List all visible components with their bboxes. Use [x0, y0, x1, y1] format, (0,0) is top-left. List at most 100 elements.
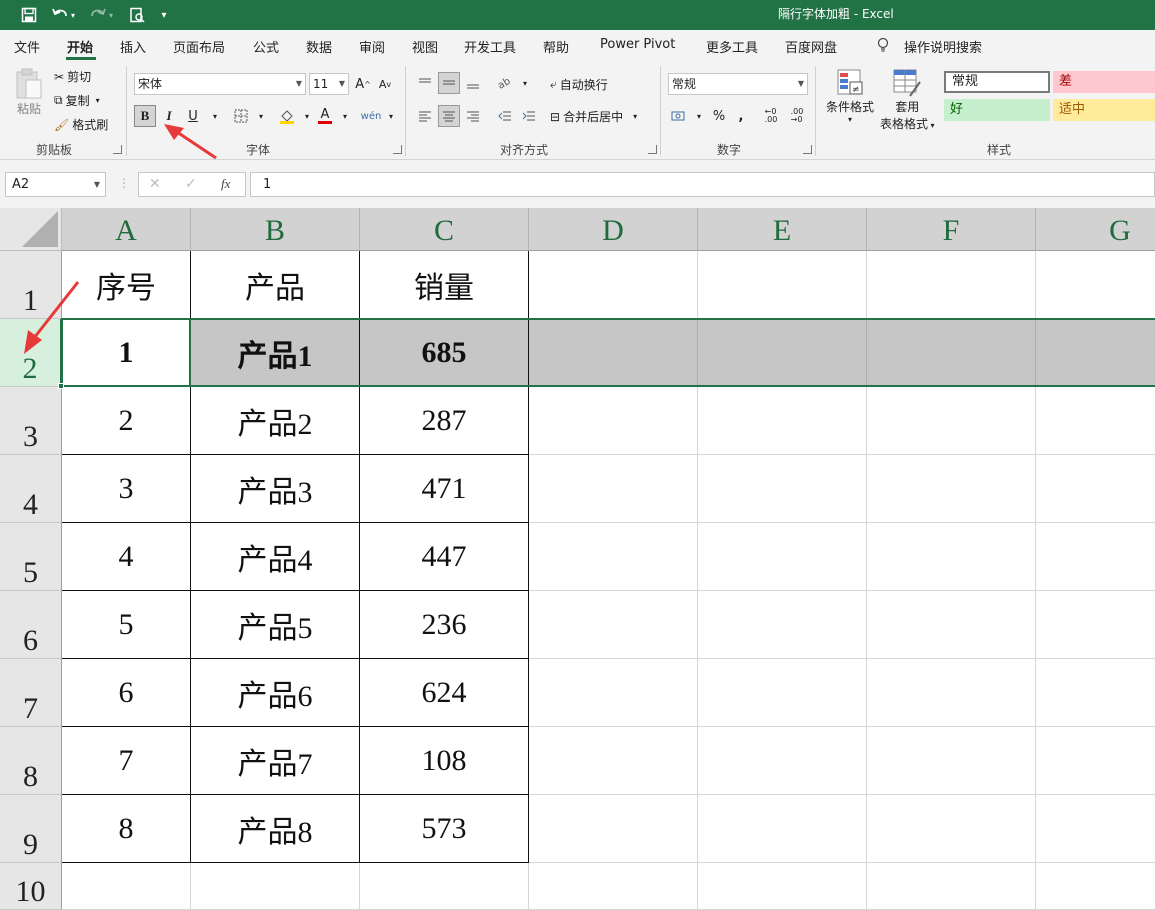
style-good[interactable]: 好 [944, 99, 1050, 121]
column-header-f[interactable]: F [867, 208, 1036, 251]
font-color-dropdown-icon[interactable]: ▾ [334, 105, 356, 127]
cell-e5[interactable] [698, 523, 867, 591]
increase-decimal-icon[interactable]: ←0.00 [760, 105, 782, 127]
cell-f6[interactable] [867, 591, 1036, 659]
cell-e4[interactable] [698, 455, 867, 523]
number-format-select[interactable]: 常规 ▼ [668, 73, 808, 95]
cell-d6[interactable] [529, 591, 698, 659]
tab-review[interactable]: 审阅 [359, 37, 385, 56]
column-header-g[interactable]: G [1036, 208, 1155, 251]
style-bad[interactable]: 差 [1053, 71, 1155, 93]
cell-c5[interactable]: 447 [360, 523, 529, 591]
increase-font-size-icon[interactable]: A ^ [352, 73, 374, 95]
cell-f7[interactable] [867, 659, 1036, 727]
print-preview-icon[interactable] [126, 5, 148, 25]
cell-e8[interactable] [698, 727, 867, 795]
font-launcher-icon[interactable] [393, 145, 402, 154]
decrease-font-size-icon[interactable]: Av [374, 73, 396, 95]
column-header-b[interactable]: B [191, 208, 360, 251]
cell-f5[interactable] [867, 523, 1036, 591]
align-top-icon[interactable] [414, 72, 436, 94]
cell-b3[interactable]: 产品2 [191, 387, 360, 455]
select-all-button[interactable] [0, 208, 62, 251]
phonetic-guide-icon[interactable]: wén [360, 105, 382, 127]
row-header-6[interactable]: 6 [0, 591, 62, 659]
decrease-indent-icon[interactable] [494, 105, 516, 127]
cell-d3[interactable] [529, 387, 698, 455]
cell-a6[interactable]: 5 [62, 591, 191, 659]
column-header-d[interactable]: D [529, 208, 698, 251]
tell-me-search[interactable]: 操作说明搜索 [904, 37, 982, 56]
cell-a3[interactable]: 2 [62, 387, 191, 455]
row-header-4[interactable]: 4 [0, 455, 62, 523]
orientation-icon[interactable]: ab [494, 72, 516, 94]
align-center-icon[interactable] [438, 105, 460, 127]
formula-bar-splitter-icon[interactable]: ⋮ [118, 176, 130, 190]
tab-formulas[interactable]: 公式 [253, 37, 279, 56]
row-header-8[interactable]: 8 [0, 727, 62, 795]
tab-baidu-netdisk[interactable]: 百度网盘 [785, 37, 837, 56]
cell-b5[interactable]: 产品4 [191, 523, 360, 591]
tab-more-tools[interactable]: 更多工具 [706, 37, 758, 56]
cell-g10[interactable] [1036, 863, 1155, 910]
borders-icon[interactable] [230, 105, 252, 127]
fill-handle[interactable] [58, 383, 64, 389]
enter-icon[interactable]: ✓ [185, 176, 197, 192]
tab-help[interactable]: 帮助 [543, 37, 569, 56]
cell-g3[interactable] [1036, 387, 1155, 455]
align-left-icon[interactable] [414, 105, 436, 127]
cell-f8[interactable] [867, 727, 1036, 795]
tab-file[interactable]: 文件 [14, 37, 40, 56]
cell-g2[interactable] [1036, 319, 1155, 387]
cell-a8[interactable]: 7 [62, 727, 191, 795]
cell-a4[interactable]: 3 [62, 455, 191, 523]
chevron-down-icon[interactable]: ▼ [94, 173, 100, 196]
accounting-dropdown-icon[interactable]: ▾ [688, 105, 710, 127]
cell-b6[interactable]: 产品5 [191, 591, 360, 659]
cell-d1[interactable] [529, 251, 698, 319]
increase-indent-icon[interactable] [518, 105, 540, 127]
insert-function-icon[interactable]: fx [221, 176, 230, 192]
font-size-select[interactable]: 11 ▼ [309, 73, 349, 95]
cell-f4[interactable] [867, 455, 1036, 523]
row-header-5[interactable]: 5 [0, 523, 62, 591]
percent-button[interactable]: % [708, 105, 730, 127]
cell-g6[interactable] [1036, 591, 1155, 659]
comma-button[interactable]: , [730, 105, 752, 127]
cell-c7[interactable]: 624 [360, 659, 529, 727]
wrap-text-button[interactable]: ⤶ 自动换行 [550, 76, 608, 93]
cell-b9[interactable]: 产品8 [191, 795, 360, 863]
row-header-10[interactable]: 10 [0, 863, 62, 910]
row-header-9[interactable]: 9 [0, 795, 62, 863]
column-header-e[interactable]: E [698, 208, 867, 251]
phonetic-dropdown-icon[interactable]: ▾ [380, 105, 402, 127]
bold-button[interactable]: B [134, 105, 156, 127]
cell-f1[interactable] [867, 251, 1036, 319]
copy-button[interactable]: ⧉ 复制 ▾ [54, 92, 100, 109]
cell-e3[interactable] [698, 387, 867, 455]
tab-power-pivot[interactable]: Power Pivot [600, 37, 675, 52]
cell-d8[interactable] [529, 727, 698, 795]
redo-icon[interactable]: ▾ [86, 5, 116, 25]
style-normal[interactable]: 常规 [944, 71, 1050, 93]
cell-f10[interactable] [867, 863, 1036, 910]
cell-g7[interactable] [1036, 659, 1155, 727]
cell-c2[interactable]: 685 [360, 319, 529, 387]
accounting-format-icon[interactable] [668, 105, 690, 127]
cell-d7[interactable] [529, 659, 698, 727]
row-header-3[interactable]: 3 [0, 387, 62, 455]
cell-d9[interactable] [529, 795, 698, 863]
cell-f3[interactable] [867, 387, 1036, 455]
tab-page-layout[interactable]: 页面布局 [173, 37, 225, 56]
cell-a10[interactable] [62, 863, 191, 910]
column-header-c[interactable]: C [360, 208, 529, 251]
clipboard-launcher-icon[interactable] [113, 145, 122, 154]
cell-b8[interactable]: 产品7 [191, 727, 360, 795]
fill-color-icon[interactable] [276, 105, 298, 127]
align-right-icon[interactable] [462, 105, 484, 127]
cell-d5[interactable] [529, 523, 698, 591]
borders-dropdown-icon[interactable]: ▾ [250, 105, 272, 127]
conditional-formatting-button[interactable]: ≠ 条件格式 ▾ [826, 68, 874, 124]
cell-f2[interactable] [867, 319, 1036, 387]
cell-e7[interactable] [698, 659, 867, 727]
